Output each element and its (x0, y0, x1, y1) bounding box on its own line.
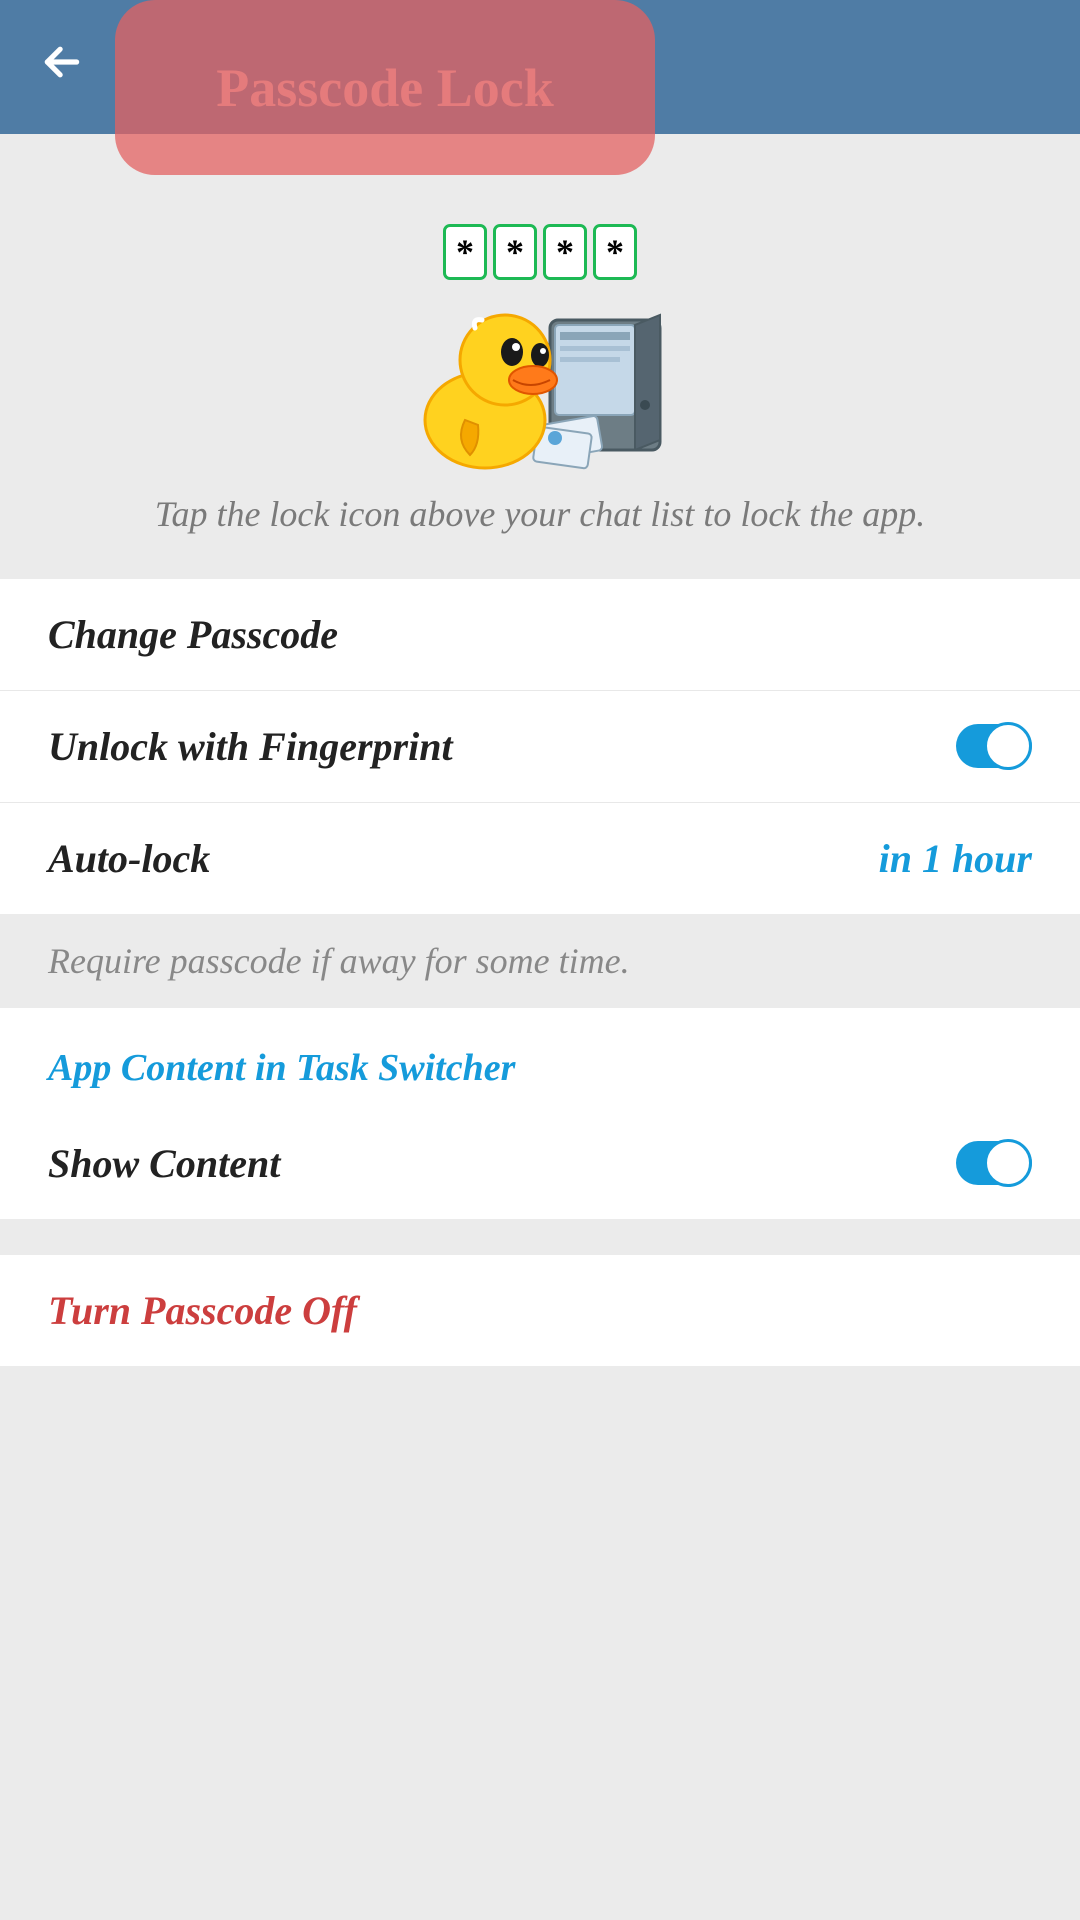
header: Passcode Lock (0, 0, 1080, 134)
fingerprint-toggle[interactable] (956, 724, 1032, 768)
danger-section: Turn Passcode Off (0, 1255, 1080, 1366)
autolock-label: Auto-lock (48, 835, 210, 882)
hero-section: * * * * (0, 134, 1080, 579)
show-content-label: Show Content (48, 1140, 280, 1187)
bottom-divider (0, 1366, 1080, 1384)
settings-group-1: Change Passcode Unlock with Fingerprint … (0, 579, 1080, 914)
passcode-digit: * (543, 224, 587, 280)
autolock-item[interactable]: Auto-lock in 1 hour (0, 803, 1080, 914)
divider (0, 1219, 1080, 1237)
passcode-digit: * (593, 224, 637, 280)
fingerprint-item[interactable]: Unlock with Fingerprint (0, 691, 1080, 803)
task-switcher-header: App Content in Task Switcher (0, 1008, 1080, 1108)
autolock-value: in 1 hour (879, 835, 1032, 882)
turn-off-passcode-item[interactable]: Turn Passcode Off (0, 1255, 1080, 1366)
change-passcode-item[interactable]: Change Passcode (0, 579, 1080, 691)
title-highlight: Passcode Lock (115, 0, 655, 175)
passcode-digit: * (493, 224, 537, 280)
settings-group-2: App Content in Task Switcher Show Conten… (0, 1008, 1080, 1219)
show-content-item[interactable]: Show Content (0, 1108, 1080, 1219)
fingerprint-label: Unlock with Fingerprint (48, 723, 453, 770)
change-passcode-label: Change Passcode (48, 611, 338, 658)
autolock-footer: Require passcode if away for some time. (0, 914, 1080, 1008)
duck-safe-illustration (400, 290, 680, 470)
turn-off-label: Turn Passcode Off (48, 1288, 357, 1333)
passcode-digit: * (443, 224, 487, 280)
show-content-toggle[interactable] (956, 1141, 1032, 1185)
hero-description: Tap the lock icon above your chat list t… (40, 490, 1040, 539)
passcode-display: * * * * (40, 224, 1040, 280)
page-title: Passcode Lock (216, 57, 554, 119)
back-button[interactable] (40, 38, 84, 96)
